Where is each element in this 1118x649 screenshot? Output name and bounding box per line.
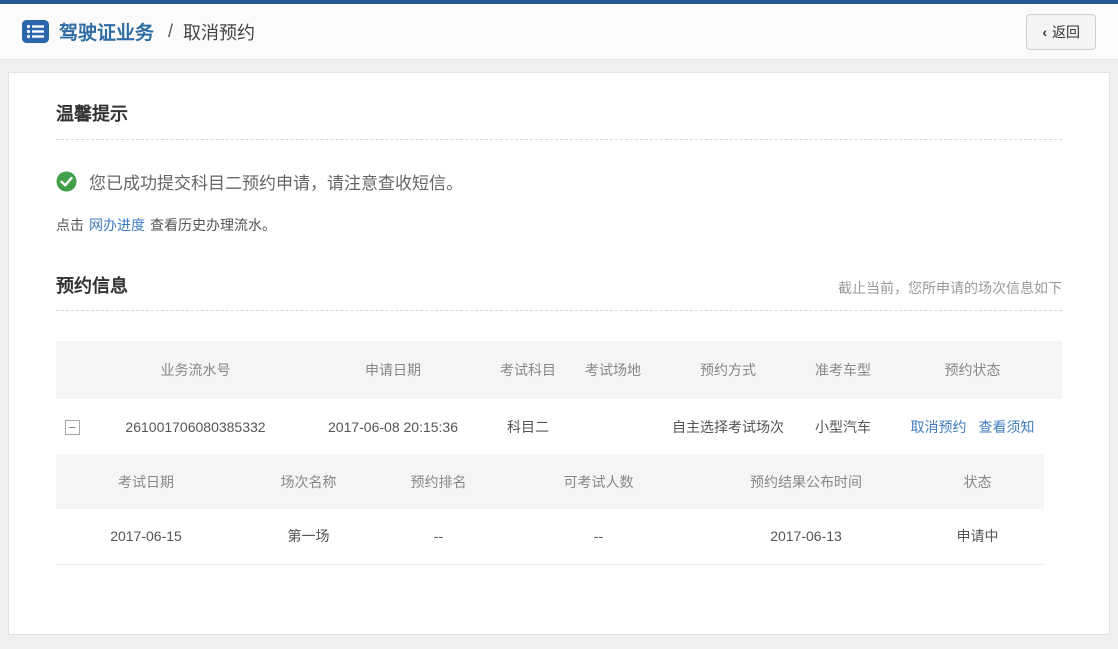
cell-actions: 取消预约查看须知 [883, 399, 1062, 454]
main-header-vehicle: 准考车型 [803, 341, 883, 399]
appointment-heading-row: 预约信息 截止当前，您所申请的场次信息如下 [56, 272, 1062, 311]
cell-status: 申请中 [911, 509, 1044, 564]
sub-header-rank: 预约排名 [381, 454, 496, 509]
cell-serial-number: 261001706080385332 [88, 399, 303, 454]
page-header: 驾驶证业务 / 取消预约 ‹ 返回 [0, 4, 1118, 60]
appointment-heading: 预约信息 [56, 272, 128, 298]
progress-link[interactable]: 网办进度 [89, 217, 145, 233]
progress-prefix: 点击 [56, 217, 84, 233]
success-message-row: 您已成功提交科目二预约申请，请注意查收短信。 [56, 169, 1062, 194]
tips-section: 温馨提示 您已成功提交科目二预约申请，请注意查收短信。 点击网办进度查看历史办理… [56, 73, 1062, 235]
sub-header-capacity: 可考试人数 [496, 454, 701, 509]
progress-line: 点击网办进度查看历史办理流水。 [56, 215, 1062, 235]
breadcrumb-current-page: 取消预约 [183, 19, 255, 45]
main-table-header-row: 业务流水号 申请日期 考试科目 考试场地 预约方式 准考车型 预约状态 [56, 341, 1062, 399]
sub-table-row: 2017-06-15 第一场 -- -- 2017-06-13 申请中 [56, 509, 1044, 564]
cell-session-name: 第一场 [236, 509, 381, 564]
appointment-section: 预约信息 截止当前，您所申请的场次信息如下 业务流水号 申请日期 考试科目 考试… [56, 272, 1062, 565]
main-header-method: 预约方式 [653, 341, 803, 399]
cell-capacity: -- [496, 509, 701, 564]
content-card: 温馨提示 您已成功提交科目二预约申请，请注意查收短信。 点击网办进度查看历史办理… [8, 72, 1110, 635]
sub-header-status: 状态 [911, 454, 1044, 509]
main-header-apply-date: 申请日期 [303, 341, 483, 399]
main-header-serial: 业务流水号 [88, 341, 303, 399]
cancel-appointment-link[interactable]: 取消预约 [911, 419, 967, 435]
back-button[interactable]: ‹ 返回 [1026, 14, 1096, 50]
progress-suffix: 查看历史办理流水。 [150, 217, 276, 233]
back-button-label: 返回 [1052, 22, 1080, 42]
success-message: 您已成功提交科目二预约申请，请注意查收短信。 [89, 169, 463, 194]
appointment-sub-table: 考试日期 场次名称 预约排名 可考试人数 预约结果公布时间 状态 2017-06… [56, 454, 1044, 565]
tips-heading: 温馨提示 [56, 100, 1062, 140]
appointment-note: 截止当前，您所申请的场次信息如下 [838, 278, 1062, 298]
sub-table-header-row: 考试日期 场次名称 预约排名 可考试人数 预约结果公布时间 状态 [56, 454, 1044, 509]
view-notice-link[interactable]: 查看须知 [979, 419, 1035, 435]
cell-booking-method: 自主选择考试场次 [653, 399, 803, 454]
main-table-row: − 261001706080385332 2017-06-08 20:15:36… [56, 399, 1062, 454]
cell-exam-site [573, 399, 653, 454]
sub-header-exam-date: 考试日期 [56, 454, 236, 509]
list-icon [22, 20, 49, 43]
main-header-site: 考试场地 [573, 341, 653, 399]
cell-result-time: 2017-06-13 [701, 509, 911, 564]
breadcrumb-service-title[interactable]: 驾驶证业务 [59, 18, 154, 45]
cell-rank: -- [381, 509, 496, 564]
main-header-toggle-col [56, 341, 88, 399]
cell-exam-subject: 科目二 [483, 399, 573, 454]
main-header-subject: 考试科目 [483, 341, 573, 399]
breadcrumb-separator: / [168, 21, 173, 42]
cell-exam-date: 2017-06-15 [56, 509, 236, 564]
success-check-icon [56, 171, 77, 192]
cell-apply-date: 2017-06-08 20:15:36 [303, 399, 483, 454]
main-header-status: 预约状态 [883, 341, 1062, 399]
appointment-tables: 业务流水号 申请日期 考试科目 考试场地 预约方式 准考车型 预约状态 − 26… [56, 341, 1062, 565]
chevron-left-icon: ‹ [1042, 24, 1047, 40]
sub-header-result-time: 预约结果公布时间 [701, 454, 911, 509]
appointment-main-table: 业务流水号 申请日期 考试科目 考试场地 预约方式 准考车型 预约状态 − 26… [56, 341, 1062, 454]
sub-header-session-name: 场次名称 [236, 454, 381, 509]
cell-vehicle-type: 小型汽车 [803, 399, 883, 454]
breadcrumb: 驾驶证业务 / 取消预约 [22, 18, 1026, 45]
collapse-toggle[interactable]: − [65, 420, 80, 435]
